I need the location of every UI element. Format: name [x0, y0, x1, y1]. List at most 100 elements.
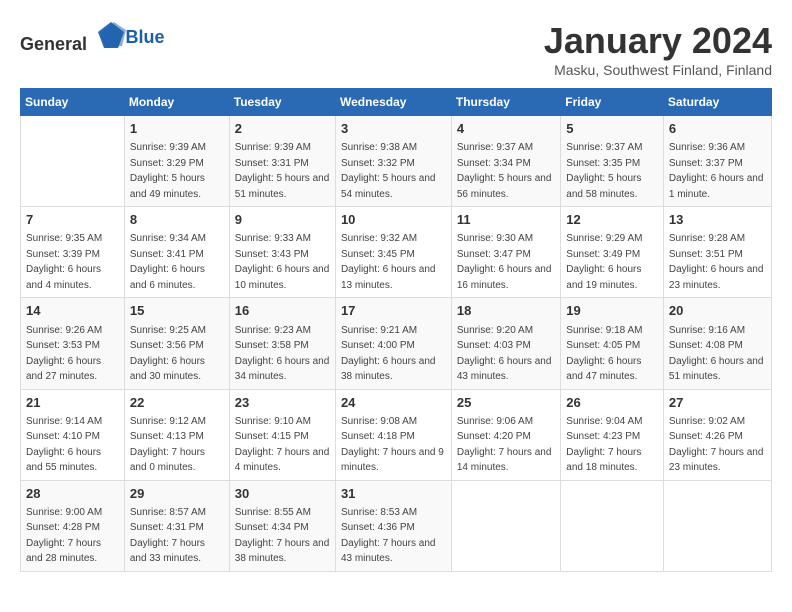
day-number: 3	[341, 120, 446, 138]
day-number: 5	[566, 120, 658, 138]
day-info: Sunrise: 9:30 AMSunset: 3:47 PMDaylight:…	[457, 233, 552, 291]
day-number: 21	[26, 394, 119, 412]
day-info: Sunrise: 9:08 AMSunset: 4:18 PMDaylight:…	[341, 416, 444, 474]
day-number: 28	[26, 485, 119, 503]
calendar-week-row: 28 Sunrise: 9:00 AMSunset: 4:28 PMDaylig…	[21, 480, 772, 571]
calendar-cell: 13 Sunrise: 9:28 AMSunset: 3:51 PMDaylig…	[663, 207, 771, 298]
day-info: Sunrise: 9:35 AMSunset: 3:39 PMDaylight:…	[26, 233, 102, 291]
calendar-week-row: 14 Sunrise: 9:26 AMSunset: 3:53 PMDaylig…	[21, 298, 772, 389]
day-info: Sunrise: 9:38 AMSunset: 3:32 PMDaylight:…	[341, 142, 436, 200]
month-title: January 2024	[544, 20, 772, 62]
day-info: Sunrise: 9:20 AMSunset: 4:03 PMDaylight:…	[457, 325, 552, 383]
day-info: Sunrise: 9:25 AMSunset: 3:56 PMDaylight:…	[130, 325, 206, 383]
day-number: 9	[235, 211, 330, 229]
calendar-cell: 31 Sunrise: 8:53 AMSunset: 4:36 PMDaylig…	[335, 480, 451, 571]
day-info: Sunrise: 9:04 AMSunset: 4:23 PMDaylight:…	[566, 416, 642, 474]
day-number: 2	[235, 120, 330, 138]
calendar-cell: 8 Sunrise: 9:34 AMSunset: 3:41 PMDayligh…	[124, 207, 229, 298]
location-subtitle: Masku, Southwest Finland, Finland	[544, 62, 772, 78]
calendar-table: SundayMondayTuesdayWednesdayThursdayFrid…	[20, 88, 772, 572]
calendar-week-row: 7 Sunrise: 9:35 AMSunset: 3:39 PMDayligh…	[21, 207, 772, 298]
calendar-cell: 5 Sunrise: 9:37 AMSunset: 3:35 PMDayligh…	[561, 116, 664, 207]
calendar-cell: 23 Sunrise: 9:10 AMSunset: 4:15 PMDaylig…	[229, 389, 335, 480]
calendar-cell: 17 Sunrise: 9:21 AMSunset: 4:00 PMDaylig…	[335, 298, 451, 389]
day-info: Sunrise: 9:39 AMSunset: 3:29 PMDaylight:…	[130, 142, 206, 200]
day-number: 16	[235, 302, 330, 320]
day-info: Sunrise: 9:26 AMSunset: 3:53 PMDaylight:…	[26, 325, 102, 383]
day-info: Sunrise: 9:14 AMSunset: 4:10 PMDaylight:…	[26, 416, 102, 474]
day-number: 4	[457, 120, 555, 138]
calendar-cell: 28 Sunrise: 9:00 AMSunset: 4:28 PMDaylig…	[21, 480, 125, 571]
calendar-cell: 21 Sunrise: 9:14 AMSunset: 4:10 PMDaylig…	[21, 389, 125, 480]
calendar-week-row: 1 Sunrise: 9:39 AMSunset: 3:29 PMDayligh…	[21, 116, 772, 207]
logo-general: General	[20, 34, 87, 54]
calendar-cell: 30 Sunrise: 8:55 AMSunset: 4:34 PMDaylig…	[229, 480, 335, 571]
calendar-cell: 2 Sunrise: 9:39 AMSunset: 3:31 PMDayligh…	[229, 116, 335, 207]
day-info: Sunrise: 9:36 AMSunset: 3:37 PMDaylight:…	[669, 142, 764, 200]
day-number: 23	[235, 394, 330, 412]
calendar-cell: 29 Sunrise: 8:57 AMSunset: 4:31 PMDaylig…	[124, 480, 229, 571]
calendar-cell: 11 Sunrise: 9:30 AMSunset: 3:47 PMDaylig…	[451, 207, 560, 298]
day-info: Sunrise: 9:06 AMSunset: 4:20 PMDaylight:…	[457, 416, 552, 474]
calendar-cell: 19 Sunrise: 9:18 AMSunset: 4:05 PMDaylig…	[561, 298, 664, 389]
day-number: 14	[26, 302, 119, 320]
day-number: 1	[130, 120, 224, 138]
day-number: 29	[130, 485, 224, 503]
calendar-cell: 12 Sunrise: 9:29 AMSunset: 3:49 PMDaylig…	[561, 207, 664, 298]
day-info: Sunrise: 9:18 AMSunset: 4:05 PMDaylight:…	[566, 325, 642, 383]
logo: General Blue	[20, 20, 165, 55]
header-day-thursday: Thursday	[451, 89, 560, 116]
day-info: Sunrise: 8:53 AMSunset: 4:36 PMDaylight:…	[341, 507, 436, 565]
logo-blue: Blue	[126, 27, 165, 47]
header-day-saturday: Saturday	[663, 89, 771, 116]
day-number: 7	[26, 211, 119, 229]
day-number: 17	[341, 302, 446, 320]
calendar-header-row: SundayMondayTuesdayWednesdayThursdayFrid…	[21, 89, 772, 116]
day-number: 31	[341, 485, 446, 503]
calendar-cell: 16 Sunrise: 9:23 AMSunset: 3:58 PMDaylig…	[229, 298, 335, 389]
header-day-sunday: Sunday	[21, 89, 125, 116]
day-info: Sunrise: 9:32 AMSunset: 3:45 PMDaylight:…	[341, 233, 436, 291]
calendar-cell: 26 Sunrise: 9:04 AMSunset: 4:23 PMDaylig…	[561, 389, 664, 480]
day-number: 30	[235, 485, 330, 503]
day-info: Sunrise: 9:23 AMSunset: 3:58 PMDaylight:…	[235, 325, 330, 383]
calendar-cell: 14 Sunrise: 9:26 AMSunset: 3:53 PMDaylig…	[21, 298, 125, 389]
day-info: Sunrise: 8:55 AMSunset: 4:34 PMDaylight:…	[235, 507, 330, 565]
day-number: 11	[457, 211, 555, 229]
day-info: Sunrise: 9:28 AMSunset: 3:51 PMDaylight:…	[669, 233, 764, 291]
day-number: 25	[457, 394, 555, 412]
day-number: 15	[130, 302, 224, 320]
calendar-cell: 20 Sunrise: 9:16 AMSunset: 4:08 PMDaylig…	[663, 298, 771, 389]
calendar-cell	[451, 480, 560, 571]
header-day-monday: Monday	[124, 89, 229, 116]
day-number: 6	[669, 120, 766, 138]
day-number: 19	[566, 302, 658, 320]
calendar-cell	[561, 480, 664, 571]
calendar-cell: 25 Sunrise: 9:06 AMSunset: 4:20 PMDaylig…	[451, 389, 560, 480]
header-day-tuesday: Tuesday	[229, 89, 335, 116]
calendar-cell: 6 Sunrise: 9:36 AMSunset: 3:37 PMDayligh…	[663, 116, 771, 207]
calendar-cell	[21, 116, 125, 207]
day-info: Sunrise: 9:34 AMSunset: 3:41 PMDaylight:…	[130, 233, 206, 291]
calendar-cell: 7 Sunrise: 9:35 AMSunset: 3:39 PMDayligh…	[21, 207, 125, 298]
title-area: January 2024 Masku, Southwest Finland, F…	[544, 20, 772, 78]
calendar-cell: 10 Sunrise: 9:32 AMSunset: 3:45 PMDaylig…	[335, 207, 451, 298]
day-info: Sunrise: 9:21 AMSunset: 4:00 PMDaylight:…	[341, 325, 436, 383]
day-number: 22	[130, 394, 224, 412]
day-number: 13	[669, 211, 766, 229]
day-number: 24	[341, 394, 446, 412]
day-number: 18	[457, 302, 555, 320]
calendar-cell	[663, 480, 771, 571]
day-info: Sunrise: 9:00 AMSunset: 4:28 PMDaylight:…	[26, 507, 102, 565]
calendar-cell: 9 Sunrise: 9:33 AMSunset: 3:43 PMDayligh…	[229, 207, 335, 298]
day-info: Sunrise: 9:12 AMSunset: 4:13 PMDaylight:…	[130, 416, 206, 474]
day-info: Sunrise: 9:33 AMSunset: 3:43 PMDaylight:…	[235, 233, 330, 291]
calendar-week-row: 21 Sunrise: 9:14 AMSunset: 4:10 PMDaylig…	[21, 389, 772, 480]
day-number: 12	[566, 211, 658, 229]
day-number: 8	[130, 211, 224, 229]
header: General Blue January 2024 Masku, Southwe…	[20, 20, 772, 78]
calendar-cell: 4 Sunrise: 9:37 AMSunset: 3:34 PMDayligh…	[451, 116, 560, 207]
day-info: Sunrise: 8:57 AMSunset: 4:31 PMDaylight:…	[130, 507, 206, 565]
day-number: 20	[669, 302, 766, 320]
day-info: Sunrise: 9:37 AMSunset: 3:34 PMDaylight:…	[457, 142, 552, 200]
